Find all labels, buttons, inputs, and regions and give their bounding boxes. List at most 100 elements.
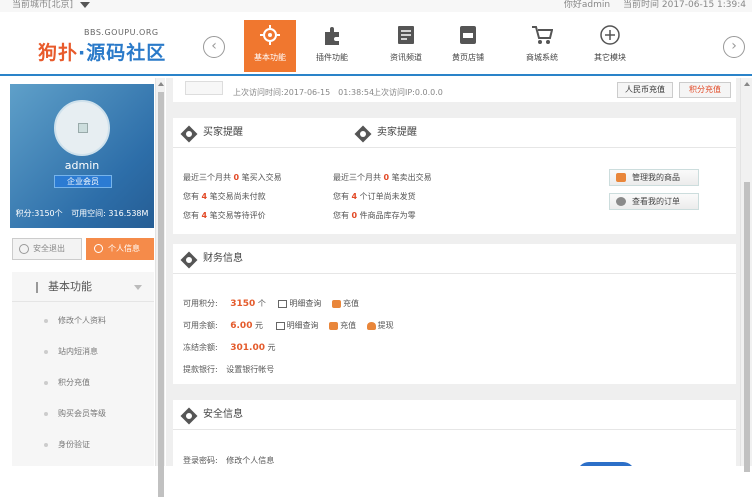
city-selector[interactable]: 当前城市[北京] (12, 0, 90, 11)
line-text: 最近三个月共 (333, 173, 381, 182)
nav-item-other[interactable]: 其它模块 (584, 20, 636, 72)
sidebar-item-messages[interactable]: 站内短消息 (12, 337, 154, 368)
seller-line[interactable]: 您有 4 个订单尚未发货 (333, 191, 416, 202)
puzzle-icon (325, 27, 339, 45)
line-text: 您有 (183, 211, 199, 220)
member-badge: 企业会员 (54, 175, 112, 188)
detail-query-link[interactable]: 明细查询 (278, 299, 321, 308)
line-text: 您有 (183, 192, 199, 201)
line-count: 0 (383, 173, 390, 182)
sidebar-item-label: 身份验证 (58, 440, 90, 449)
line-text: 笔交易等待评价 (209, 211, 266, 220)
points-recharge-button[interactable]: 积分充值 (679, 82, 731, 98)
space-stat: 可用空间: 316.538M (71, 209, 149, 218)
line-count: 4 (201, 192, 208, 201)
sidebar-menu: 基本功能 修改个人资料 站内短消息 积分充值 购买会员等级 身份验证 (12, 272, 154, 466)
rmb-recharge-button[interactable]: 人民币充值 (617, 82, 673, 98)
login-password-label: 登录密码: (183, 456, 218, 465)
diamond-icon (180, 251, 198, 269)
last-visit-time: 上次访问时间:2017-06-15 01:38:54 (233, 88, 375, 97)
buyer-line[interactable]: 您有 4 笔交易尚未付款 (183, 191, 266, 202)
line-text: 笔交易尚未付款 (209, 192, 266, 201)
line-text: 笔买入交易 (241, 173, 282, 182)
line-count: 4 (201, 211, 208, 220)
diamond-icon (180, 125, 198, 143)
personal-info-button[interactable]: 个人信息 (86, 238, 154, 260)
link-label: 明细查询 (286, 321, 319, 330)
bullet-icon (44, 319, 48, 323)
finance-card-header: 财务信息 (173, 244, 736, 274)
menu-section-title: 基本功能 (48, 280, 92, 293)
nav-item-plugins[interactable]: 插件功能 (306, 20, 358, 72)
main-scroll-thumb[interactable] (744, 182, 750, 472)
sidebar-item-label: 积分充值 (58, 378, 90, 387)
personal-info-label: 个人信息 (108, 244, 140, 253)
nav-item-mall[interactable]: 商城系统 (516, 20, 568, 72)
visit-info-bar: 上次访问时间:2017-06-15 01:38:54 上次访问IP:0.0.0.… (173, 78, 736, 102)
nav-item-basic[interactable]: 基本功能 (244, 20, 296, 72)
sidebar-scrollbar[interactable] (155, 78, 165, 497)
buyer-line[interactable]: 您有 4 笔交易等待评价 (183, 210, 266, 221)
balance-row: 可用余额: 6.00 元 明细查询 充值 提现 (183, 320, 394, 331)
seller-line[interactable]: 您有 0 件商品库存为零 (333, 210, 416, 221)
bank-row: 提款银行: 设置银行帐号 (183, 364, 274, 375)
sidebar-item-label: 站内短消息 (58, 347, 98, 356)
welcome-text: 你好admin (563, 0, 611, 10)
login-password-row: 登录密码: 修改个人信息 (183, 455, 274, 466)
menu-section-header[interactable]: 基本功能 (12, 272, 154, 302)
rmb-recharge-label: 人民币充值 (625, 85, 665, 94)
main-content: 上次访问时间:2017-06-15 01:38:54 上次访问IP:0.0.0.… (166, 78, 740, 466)
line-text: 笔卖出交易 (391, 173, 432, 182)
image-icon (78, 123, 88, 133)
detail-query-link[interactable]: 明细查询 (275, 321, 319, 330)
box-icon (616, 173, 626, 182)
line-count: 4 (351, 192, 358, 201)
security-card: 安全信息 登录密码: 修改个人信息 (173, 400, 736, 466)
line-count: 0 (233, 173, 240, 182)
avatar[interactable] (54, 100, 110, 156)
power-icon (19, 244, 29, 254)
withdraw-link[interactable]: 提现 (366, 321, 394, 330)
manage-products-button[interactable]: 管理我的商品 (609, 169, 699, 186)
line-text: 个订单尚未发货 (359, 192, 416, 201)
nav-next-button[interactable]: › (723, 36, 745, 58)
shop-icon (460, 26, 476, 44)
seller-title: 卖家提醒 (377, 127, 417, 138)
nav-item-shops[interactable]: 黄页店铺 (442, 20, 494, 72)
recharge-link[interactable]: 充值 (331, 299, 359, 308)
sidebar-scroll-thumb[interactable] (158, 92, 164, 497)
profile-username: admin (64, 159, 100, 172)
set-bank-link[interactable]: 设置银行帐号 (226, 365, 274, 374)
edit-profile-link[interactable]: 修改个人信息 (226, 456, 274, 465)
city-label: 当前城市[北京] (12, 0, 74, 10)
recharge-link[interactable]: 充值 (329, 321, 356, 330)
nav-label: 资讯频道 (390, 53, 422, 62)
list-icon (275, 321, 285, 330)
view-orders-button[interactable]: 查看我的订单 (609, 193, 699, 210)
bullet-icon (44, 412, 48, 416)
list-icon (278, 299, 288, 308)
link-label: 提现 (377, 321, 394, 330)
line-text: 件商品库存为零 (359, 211, 416, 220)
logo-domain: BBS.GOUPU.ORG (84, 28, 159, 37)
header: BBS.GOUPU.ORG 狗扑·源码社区 ‹ › 基本功能 插件功能 资讯频道… (0, 12, 752, 76)
link-label: 明细查询 (289, 299, 322, 308)
nav-prev-button[interactable]: ‹ (203, 36, 225, 58)
finance-title: 财务信息 (203, 253, 243, 264)
nav-label: 其它模块 (594, 53, 626, 62)
site-logo[interactable]: 狗扑·源码社区 (38, 38, 166, 65)
sidebar-item-id-verify[interactable]: 身份验证 (12, 430, 154, 461)
points-row: 可用积分: 3150 个 明细查询 充值 (183, 298, 359, 309)
bullet-icon (44, 350, 48, 354)
logout-button[interactable]: 安全退出 (12, 238, 82, 260)
decorative-graphic (577, 462, 635, 466)
nav-label: 黄页店铺 (452, 53, 484, 62)
main-scrollbar[interactable] (740, 78, 752, 472)
sidebar-item-buy-membership[interactable]: 购买会员等级 (12, 399, 154, 430)
sidebar-item-edit-profile[interactable]: 修改个人资料 (12, 306, 154, 337)
sidebar-item-points-recharge[interactable]: 积分充值 (12, 368, 154, 399)
diamond-icon (354, 125, 372, 143)
search-icon (616, 197, 626, 206)
thumbnail-placeholder (185, 81, 223, 95)
nav-item-news[interactable]: 资讯频道 (380, 20, 432, 72)
